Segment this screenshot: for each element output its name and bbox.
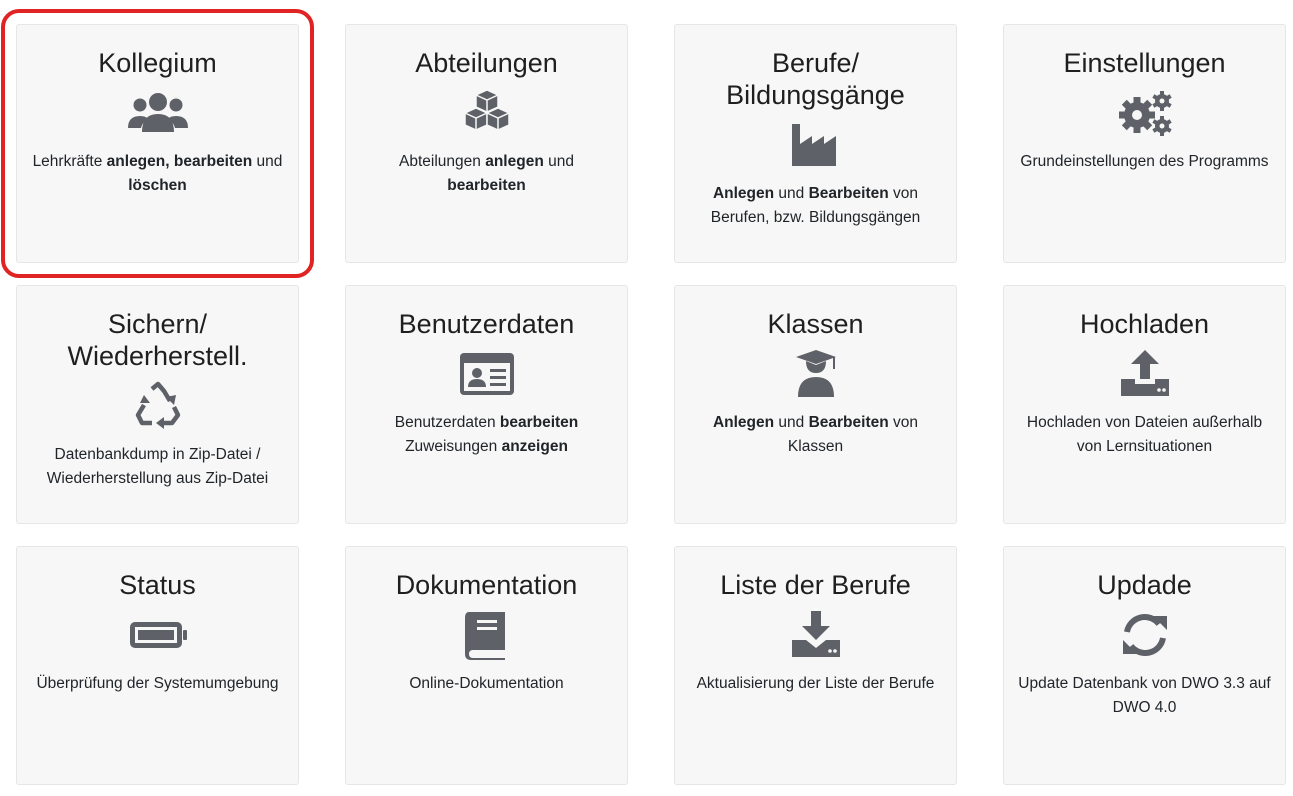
cubes-icon [455, 88, 519, 138]
description-segment: Zuweisungen [405, 438, 502, 455]
upload-icon [1113, 349, 1177, 399]
id-card-icon [455, 349, 519, 399]
tile-title: Einstellungen [1063, 48, 1226, 78]
tile-title: Hochladen [1079, 309, 1210, 339]
description-segment: und [252, 153, 283, 170]
description-segment: Datenbankdump in Zip-Datei / Wiederherst… [46, 446, 269, 487]
tile-klassen[interactable]: Klassen Anlegen und Bearbeiten von Klass… [674, 285, 957, 524]
tile-updade[interactable]: Updade Update Datenbank von DWO 3.3 auf … [1003, 546, 1286, 785]
tile-abteilungen[interactable]: Abteilungen Abteilungen anlegen und bear… [345, 24, 628, 263]
tile-title: Dokumentation [395, 570, 578, 600]
tile-description: Überprüfung der Systemumgebung [31, 672, 284, 696]
tile-description: Hochladen von Dateien außerhalb von Lern… [1018, 411, 1271, 459]
description-segment: löschen [128, 177, 187, 194]
tile-title: Sichern/ Wiederherstell. [67, 309, 248, 371]
tile-title: Berufe/ Bildungsgänge [726, 48, 905, 110]
tile-description: Grundeinstellungen des Programms [1018, 150, 1271, 174]
tile-description: Abteilungen anlegen und bearbeiten [360, 150, 613, 198]
tile-benutzerdaten[interactable]: Benutzerdaten Benutzerdaten bearbeiten Z… [345, 285, 628, 524]
tile-sichern[interactable]: Sichern/ Wiederherstell. Datenbankdump i… [16, 285, 299, 524]
cogs-icon [1113, 88, 1177, 138]
tile-description: Anlegen und Bearbeiten von Klassen [689, 411, 942, 459]
tile-description: Datenbankdump in Zip-Datei / Wiederherst… [31, 443, 284, 491]
graduate-icon [784, 349, 848, 399]
description-segment: anlegen [485, 153, 544, 170]
tile-description: Benutzerdaten bearbeiten Zuweisungen anz… [360, 411, 613, 459]
tile-title: Updade [1097, 570, 1192, 600]
description-segment: Anlegen [712, 185, 775, 202]
tile-kollegium[interactable]: Kollegium Lehrkräfte anlegen, bearbeiten… [1, 9, 314, 278]
recycle-icon [126, 381, 190, 431]
sync-icon [1113, 610, 1177, 660]
description-segment: bearbeiten [499, 414, 579, 431]
description-segment: Online-Dokumentation [409, 675, 564, 692]
description-segment: und [774, 414, 809, 431]
tile-status[interactable]: Status Überprüfung der Systemumgebung [16, 546, 299, 785]
book-icon [455, 610, 519, 660]
tile-title: Kollegium [98, 48, 217, 78]
tile-dokumentation[interactable]: Dokumentation Online-Dokumentation [345, 546, 628, 785]
tile-hochladen[interactable]: Hochladen Hochladen von Dateien außerhal… [1003, 285, 1286, 524]
tile-description: Update Datenbank von DWO 3.3 auf DWO 4.0 [1018, 672, 1271, 720]
tile-title: Status [119, 570, 196, 600]
description-segment: Bearbeiten [808, 185, 889, 202]
description-segment: Bearbeiten [808, 414, 889, 431]
description-segment: anzeigen [501, 438, 568, 455]
description-segment: und [774, 185, 809, 202]
description-segment: Abteilungen [399, 153, 486, 170]
dashboard-grid: Kollegium Lehrkräfte anlegen, bearbeiten… [1, 9, 1286, 785]
tile-einstellungen[interactable]: Einstellungen Grundeinstellungen des Pro… [1003, 24, 1286, 263]
description-segment: Aktualisierung der Liste der Berufe [696, 675, 935, 692]
tile-description: Anlegen und Bearbeiten von Berufen, bzw.… [689, 182, 942, 230]
description-segment: Update Datenbank von DWO 3.3 auf DWO 4.0 [1018, 675, 1271, 716]
description-segment: Anlegen [712, 414, 775, 431]
description-segment: Hochladen von Dateien außerhalb von Lern… [1026, 414, 1263, 455]
tile-liste-der-berufe[interactable]: Liste der Berufe Aktualisierung der List… [674, 546, 957, 785]
tile-description: Lehrkräfte anlegen, bearbeiten und lösch… [31, 150, 284, 198]
tile-title: Liste der Berufe [720, 570, 911, 600]
description-segment: Überprüfung der Systemumgebung [36, 675, 279, 692]
description-segment: bearbeiten [447, 177, 526, 194]
battery-icon [126, 610, 190, 660]
tile-berufe[interactable]: Berufe/ Bildungsgänge Anlegen und Bearbei… [674, 24, 957, 263]
tile-title: Klassen [767, 309, 864, 339]
description-segment: Benutzerdaten [394, 414, 500, 431]
tile-title: Abteilungen [415, 48, 558, 78]
description-segment: anlegen, bearbeiten [106, 153, 253, 170]
description-segment: Grundeinstellungen des Programms [1020, 153, 1269, 170]
tile-title: Benutzerdaten [398, 309, 575, 339]
description-segment: und [543, 153, 574, 170]
tile-description: Online-Dokumentation [360, 672, 613, 696]
description-segment: Lehrkräfte [32, 153, 107, 170]
tile-description: Aktualisierung der Liste der Berufe [689, 672, 942, 696]
users-icon [126, 88, 190, 138]
download-icon [784, 610, 848, 660]
industry-icon [784, 120, 848, 170]
